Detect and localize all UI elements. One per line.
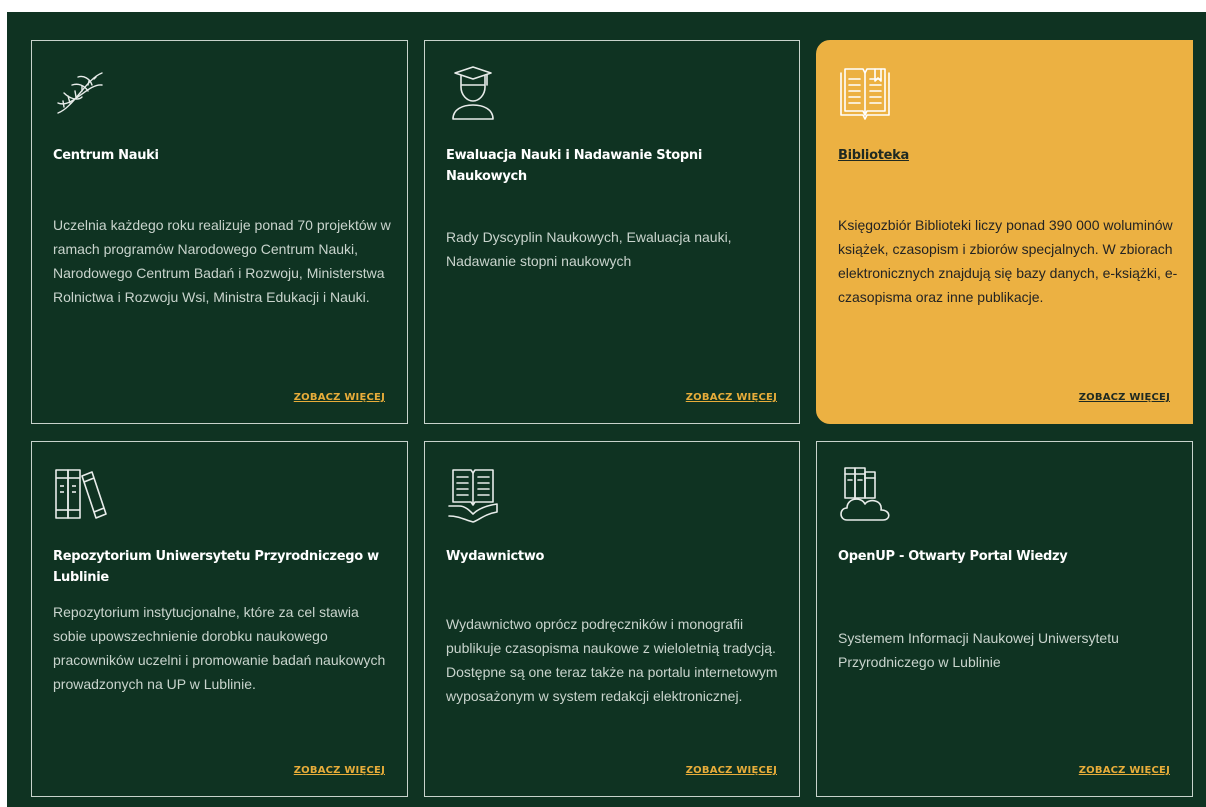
see-more-link[interactable]: ZOBACZ WIĘCEJ (686, 765, 777, 776)
open-book-icon (837, 63, 893, 123)
book-hand-icon (445, 464, 501, 524)
see-more-link[interactable]: ZOBACZ WIĘCEJ (294, 392, 385, 403)
card-title: Centrum Nauki (53, 148, 159, 163)
card-description: Rady Dyscyplin Naukowych, Ewaluacja nauk… (446, 229, 732, 269)
card-title[interactable]: Biblioteka (838, 145, 1174, 166)
card-wydawnictwo[interactable]: Wydawnictwo Wydawnictwo oprócz podręczni… (424, 441, 800, 797)
books-cloud-icon (837, 464, 893, 524)
card-title: Repozytorium Uniwersytetu Przyrodniczego… (53, 549, 379, 585)
card-repozytorium[interactable]: Repozytorium Uniwersytetu Przyrodniczego… (31, 441, 408, 797)
card-description: Uczelnia każdego roku realizuje ponad 70… (53, 217, 391, 305)
card-description: Wydawnictwo oprócz podręczników i monogr… (446, 616, 778, 704)
card-description: Księgozbiór Biblioteki liczy ponad 390 0… (838, 217, 1178, 305)
card-title: Wydawnictwo (446, 549, 545, 564)
card-title: Ewaluacja Nauki i Nadawanie Stopni Nauko… (446, 148, 703, 184)
card-biblioteka[interactable]: Biblioteka Księgozbiór Biblioteki liczy … (816, 40, 1193, 424)
card-description: Systemem Informacji Naukowej Uniwersytet… (838, 630, 1119, 670)
see-more-link[interactable]: ZOBACZ WIĘCEJ (686, 392, 777, 403)
see-more-link[interactable]: ZOBACZ WIĘCEJ (1079, 392, 1170, 403)
card-ewaluacja-nauki[interactable]: Ewaluacja Nauki i Nadawanie Stopni Nauko… (424, 40, 800, 424)
card-description: Repozytorium instytucjonalne, które za c… (53, 604, 386, 692)
card-title: OpenUP - Otwarty Portal Wiedzy (838, 549, 1068, 564)
dna-icon (52, 63, 108, 123)
card-centrum-nauki[interactable]: Centrum Nauki Uczelnia każdego roku real… (31, 40, 408, 424)
books-icon (52, 464, 108, 524)
card-openup[interactable]: OpenUP - Otwarty Portal Wiedzy Systemem … (816, 441, 1193, 797)
see-more-link[interactable]: ZOBACZ WIĘCEJ (1079, 765, 1170, 776)
see-more-link[interactable]: ZOBACZ WIĘCEJ (294, 765, 385, 776)
graduate-icon (445, 63, 501, 123)
